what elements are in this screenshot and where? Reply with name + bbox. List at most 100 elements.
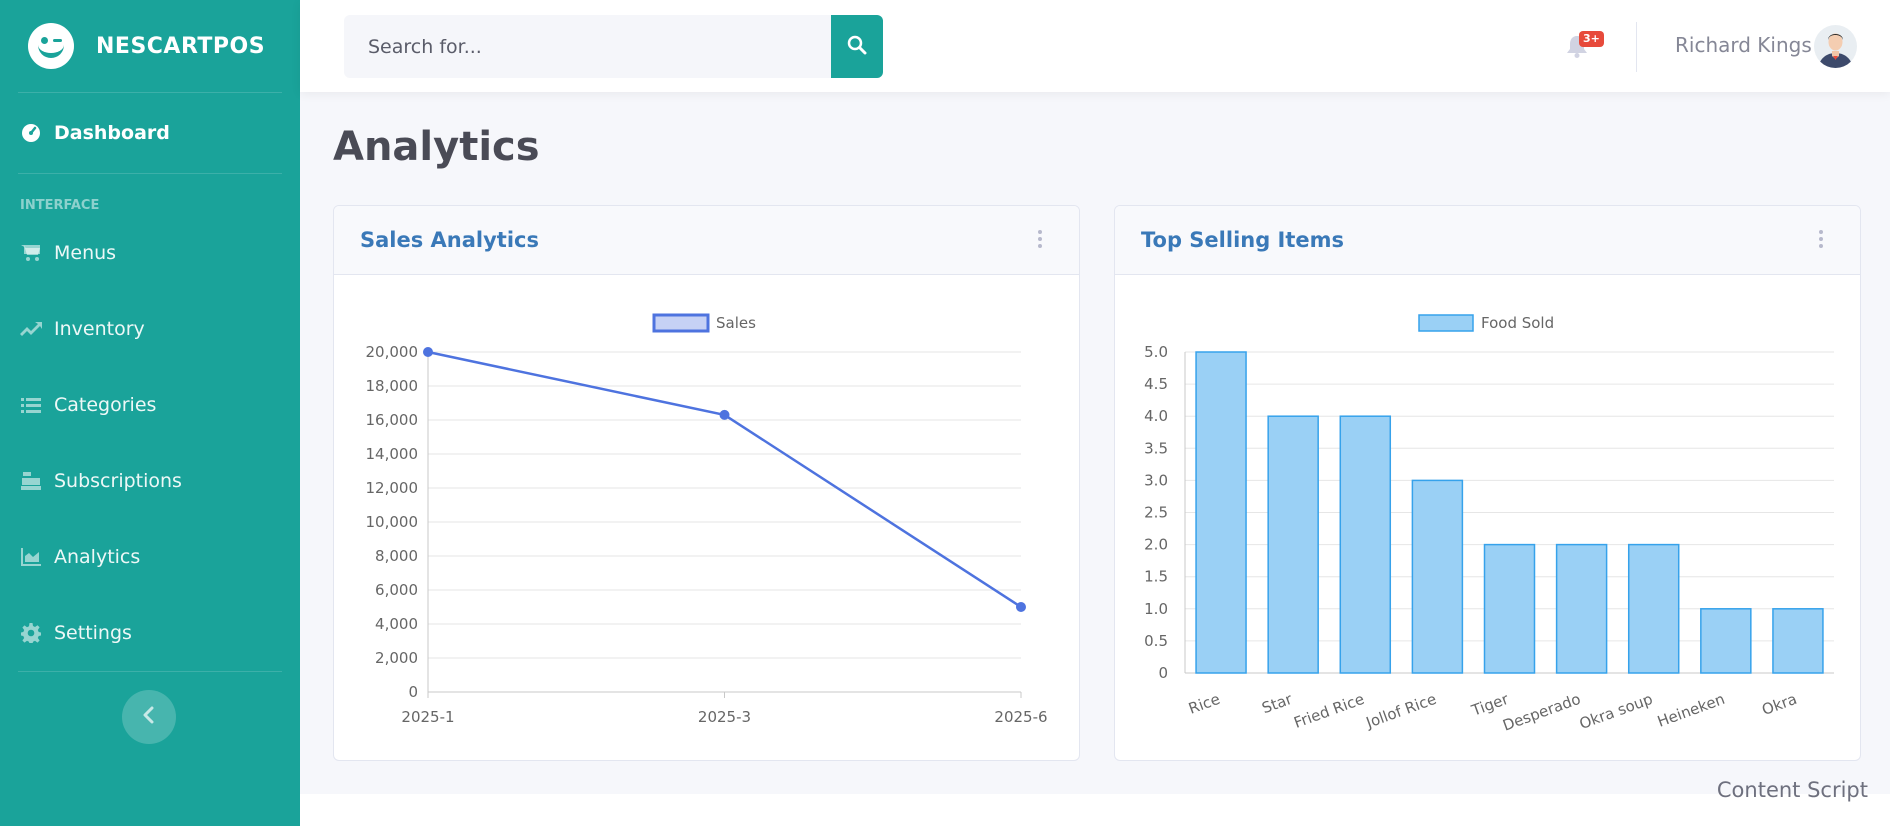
y-tick-label: 10,000 bbox=[366, 513, 419, 531]
x-tick-label: 2025-3 bbox=[698, 708, 751, 726]
y-tick-label: 12,000 bbox=[366, 479, 419, 497]
alerts-badge: 3+ bbox=[1579, 31, 1604, 47]
sales-line-chart: 0 2,000 4,000 6,000 8,000 10,000 12,000 14,000 1… bbox=[366, 313, 1048, 726]
data-point bbox=[423, 347, 433, 357]
user-name[interactable]: Richard Kings bbox=[1675, 33, 1812, 57]
ellipsis-vertical-icon bbox=[1038, 230, 1042, 234]
card-menu-button[interactable] bbox=[1818, 230, 1824, 250]
y-tick-label: 4.0 bbox=[1144, 407, 1168, 425]
sidebar-item-label: Categories bbox=[54, 394, 157, 416]
page-title: Analytics bbox=[333, 124, 540, 170]
x-tick-label: Heineken bbox=[1655, 690, 1727, 731]
y-tick-label: 1.5 bbox=[1144, 568, 1168, 586]
top-items-bar-chart: 00.51.01.52.02.53.03.54.04.55.0Rice StarF… bbox=[1144, 314, 1834, 735]
x-tick-label: 2025-6 bbox=[994, 708, 1047, 726]
card-header: Top Selling Items bbox=[1115, 206, 1860, 275]
sidebar-item-categories[interactable]: Categories bbox=[0, 367, 300, 443]
y-tick-label: 2.5 bbox=[1144, 504, 1168, 522]
y-tick-label: 6,000 bbox=[375, 581, 418, 599]
x-tick-label: Star bbox=[1259, 690, 1295, 718]
sidebar-item-label: Settings bbox=[54, 622, 132, 644]
y-tick-label: 3.0 bbox=[1144, 471, 1168, 489]
card-body: 0 0.5 1.0 1.5 2.0 2.5 3.0 3.5 4.0 4.5 5.0 Rice Star F… bbox=[1115, 275, 1860, 760]
content-script-label: Content Script bbox=[1716, 778, 1868, 802]
sidebar-divider bbox=[18, 671, 282, 672]
search-input[interactable] bbox=[344, 15, 831, 78]
y-tick-label: 4.5 bbox=[1144, 375, 1168, 393]
card-menu-button[interactable] bbox=[1037, 230, 1043, 250]
sidebar-item-inventory[interactable]: Inventory bbox=[0, 291, 300, 367]
ellipsis-vertical-icon bbox=[1819, 230, 1823, 234]
bar bbox=[1555, 543, 1608, 674]
x-tick-label: Okra bbox=[1759, 690, 1799, 719]
sidebar-section-heading: INTERFACE bbox=[20, 198, 100, 213]
x-tick-label: Okra soup bbox=[1577, 690, 1655, 733]
legend-label: Sales bbox=[716, 314, 756, 332]
top-selling-items-card: Top Selling Items 0 0.5 1.0 1.5 2.0 2.5 3.0 3.5… bbox=[1114, 205, 1861, 761]
bar bbox=[1772, 608, 1824, 674]
card-body: 0 2,000 4,000 6,000 8,000 10,000 12,000 14,000 1… bbox=[334, 275, 1079, 760]
sidebar-item-label: Inventory bbox=[54, 318, 145, 340]
topbar-divider bbox=[1636, 22, 1637, 72]
sidebar-item-label: Dashboard bbox=[54, 122, 170, 144]
gauge-icon bbox=[20, 122, 42, 144]
cart-icon bbox=[20, 242, 42, 264]
card-title: Sales Analytics bbox=[360, 228, 539, 252]
bar bbox=[1483, 543, 1536, 674]
bar bbox=[1700, 608, 1752, 674]
brand-name: NESCARTPOS bbox=[96, 33, 266, 59]
sidebar-item-menus[interactable]: Menus bbox=[0, 215, 300, 291]
brand[interactable]: NESCARTPOS bbox=[0, 0, 300, 92]
legend-swatch bbox=[652, 313, 710, 333]
sidebar: NESCARTPOS Dashboard INTERFACE Menus Inv… bbox=[0, 0, 300, 826]
bar bbox=[1267, 415, 1319, 674]
card-header: Sales Analytics bbox=[334, 206, 1079, 275]
y-tick-label: 0.5 bbox=[1144, 632, 1168, 650]
y-tick-label: 0 bbox=[408, 683, 418, 701]
sidebar-item-dashboard[interactable]: Dashboard bbox=[0, 93, 300, 173]
card-title: Top Selling Items bbox=[1141, 228, 1345, 252]
bar bbox=[1195, 351, 1247, 674]
y-tick-label: 2,000 bbox=[375, 649, 418, 667]
bar bbox=[1339, 415, 1392, 674]
x-tick-label: 2025-1 bbox=[401, 708, 454, 726]
sidebar-item-label: Menus bbox=[54, 242, 117, 264]
y-tick-label: 8,000 bbox=[375, 547, 418, 565]
y-tick-label: 16,000 bbox=[366, 411, 419, 429]
sidebar-toggle-button[interactable] bbox=[122, 690, 176, 744]
list-icon bbox=[20, 394, 42, 416]
trend-up-icon bbox=[20, 318, 42, 340]
x-tick-label: Fried Rice bbox=[1291, 690, 1366, 732]
bar bbox=[1411, 479, 1464, 674]
sidebar-item-subscriptions[interactable]: Subscriptions bbox=[0, 443, 300, 519]
sidebar-divider bbox=[18, 173, 282, 174]
sidebar-item-label: Analytics bbox=[54, 546, 141, 568]
sidebar-item-settings[interactable]: Settings bbox=[0, 595, 300, 671]
y-tick-label: 0 bbox=[1158, 664, 1168, 682]
avatar[interactable] bbox=[1814, 25, 1857, 68]
y-tick-label: 18,000 bbox=[366, 377, 419, 395]
y-tick-label: 3.5 bbox=[1144, 439, 1168, 457]
y-tick-label: 14,000 bbox=[366, 445, 419, 463]
sidebar-item-label: Subscriptions bbox=[54, 470, 182, 492]
x-tick-label: Desperado bbox=[1500, 690, 1583, 735]
sales-analytics-card: Sales Analytics 0 2,000 4,000 6,000 8,000 10,… bbox=[333, 205, 1080, 761]
bar bbox=[1627, 543, 1680, 674]
area-chart-icon bbox=[20, 546, 42, 568]
chevron-left-icon bbox=[142, 706, 156, 728]
cash-register-icon bbox=[20, 470, 42, 492]
search-icon bbox=[847, 35, 867, 59]
data-point bbox=[719, 409, 730, 420]
legend-label: Food Sold bbox=[1481, 314, 1554, 332]
y-tick-label: 1.0 bbox=[1144, 600, 1168, 618]
brand-logo-icon bbox=[28, 23, 74, 69]
legend-swatch bbox=[1418, 314, 1474, 332]
search-button[interactable] bbox=[831, 15, 883, 78]
x-tick-label: Rice bbox=[1186, 690, 1222, 718]
sales-series-line bbox=[427, 350, 1022, 609]
sidebar-item-analytics[interactable]: Analytics bbox=[0, 519, 300, 595]
y-tick-label: 2.0 bbox=[1144, 536, 1168, 554]
bottom-strip bbox=[300, 794, 1890, 826]
gear-icon bbox=[20, 622, 42, 644]
search-bar bbox=[344, 15, 883, 78]
